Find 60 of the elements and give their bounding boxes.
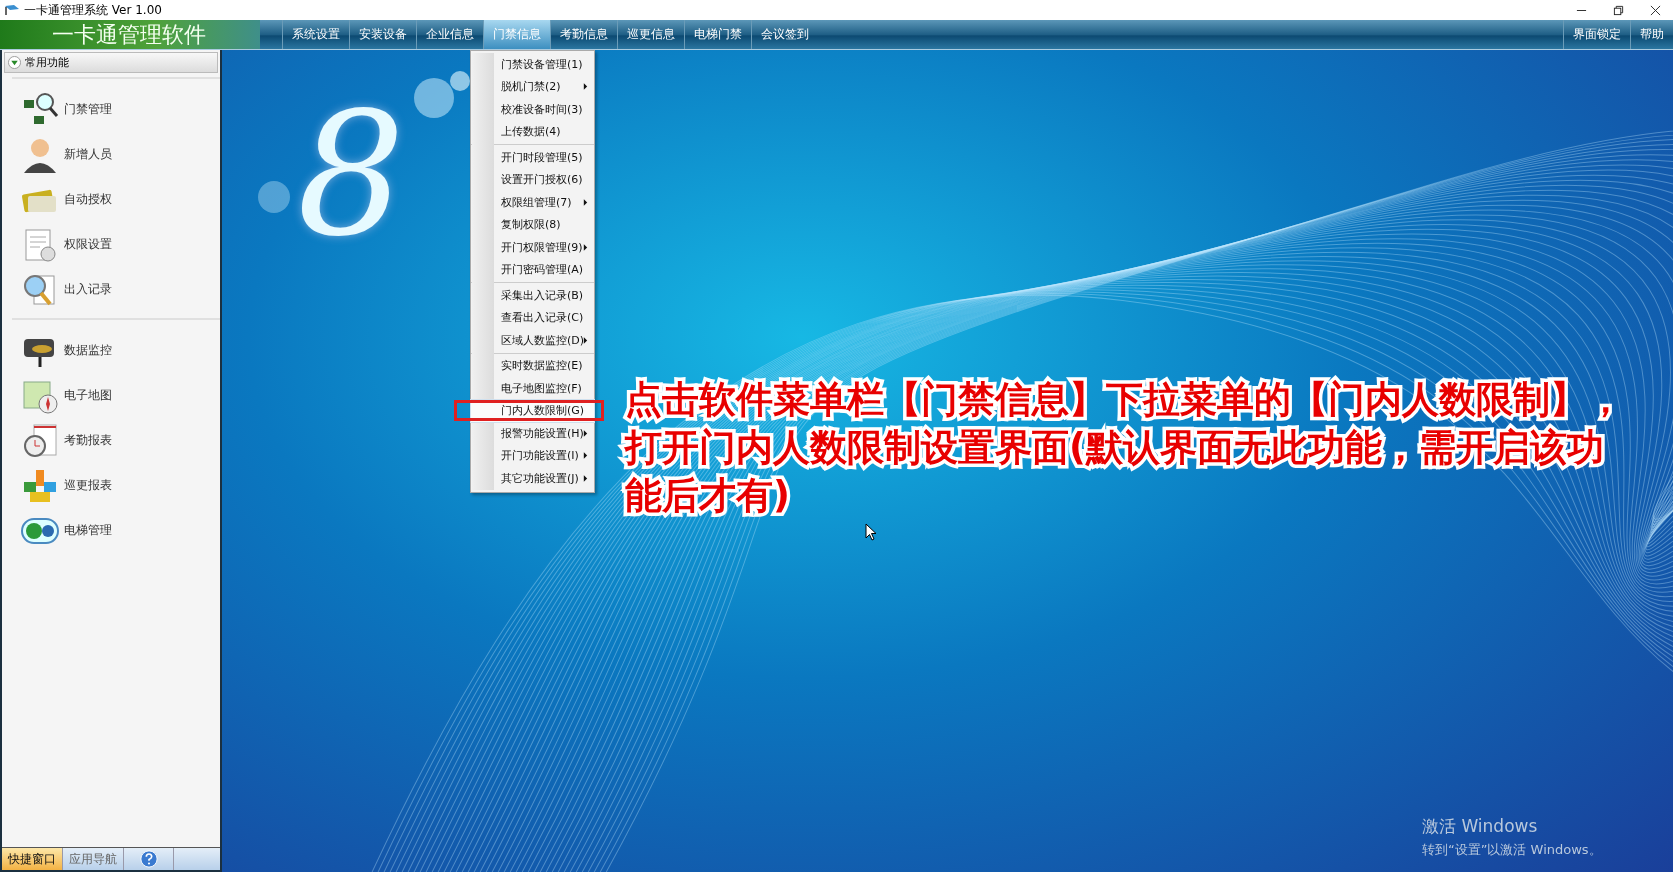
shortcut-item[interactable]: 权限设置 (12, 222, 220, 267)
menu-item[interactable]: 开门权限管理(9) (471, 236, 594, 259)
menu-item[interactable]: 门禁设备管理(1) (471, 53, 594, 76)
logo-mark: 8 (297, 90, 407, 260)
menu-item[interactable]: 实时数据监控(E) (471, 354, 594, 377)
shortcut-item[interactable]: 新增人员 (12, 132, 220, 177)
menu-item[interactable]: 上传数据(4) (471, 120, 594, 143)
menu-item[interactable]: 巡更信息 (617, 20, 684, 49)
menu-item[interactable]: 开门功能设置(I) (471, 444, 594, 467)
menu-item[interactable]: 会议签到 (751, 20, 818, 49)
close-icon[interactable] (1650, 4, 1661, 16)
menu-item[interactable]: 区域人数监控(D) (471, 329, 594, 352)
help-icon (139, 850, 158, 868)
shortcut-item[interactable]: 电子地图 (12, 373, 220, 418)
menu-item[interactable]: 复制权限(8) (471, 213, 594, 236)
menu-item[interactable]: 开门时段管理(5) (471, 146, 594, 169)
submenu-arrow-icon (583, 243, 588, 251)
menu-item[interactable]: 其它功能设置(J) (471, 467, 594, 490)
menu-item[interactable]: 脱机门禁(2) (471, 75, 594, 98)
menu-item[interactable]: 系统设置 (282, 20, 349, 49)
panel-tab[interactable]: 应用导航 (63, 848, 124, 870)
restore-icon[interactable] (1613, 4, 1624, 16)
window-title: 一卡通管理系统 Ver 1.00 (24, 1, 162, 19)
sidebar-header-label: 常用功能 (25, 55, 69, 70)
menu-item[interactable]: 电子地图监控(F) (471, 377, 594, 400)
sidebar-header[interactable]: 常用功能 (4, 52, 218, 73)
submenu-arrow-icon (583, 429, 588, 437)
menu-item[interactable]: 校准设备时间(3) (471, 98, 594, 121)
shortcut-item[interactable]: 考勤报表 (12, 418, 220, 463)
menu-item[interactable]: 帮助 (1630, 20, 1673, 49)
submenu-arrow-icon (583, 452, 588, 460)
shortcut-item[interactable]: 数据监控 (12, 328, 220, 373)
menu-item[interactable]: 开门密码管理(A) (471, 258, 594, 281)
app-title: 一卡通管理软件 (0, 20, 260, 49)
shortcut-item[interactable]: 电梯管理 (12, 508, 220, 553)
menu-item[interactable]: 安装设备 (349, 20, 416, 49)
menu-item[interactable]: 考勤信息 (550, 20, 617, 49)
submenu-arrow-icon (583, 474, 588, 482)
menu-item[interactable]: 报警功能设置(H) (471, 422, 594, 445)
app-icon (4, 4, 20, 16)
bubbles-drawing (412, 70, 472, 120)
activation-title: 激活 Windows (1422, 815, 1539, 838)
menu-item[interactable]: 电梯门禁 (684, 20, 751, 49)
shortcut-item[interactable]: 自动授权 (12, 177, 220, 222)
menu-item[interactable]: 采集出入记录(B) (471, 284, 594, 307)
shortcut-item[interactable]: 门禁管理 (12, 87, 220, 132)
shortcut-item[interactable]: 出入记录 (12, 267, 220, 312)
mouse-pointer-icon (865, 523, 877, 541)
bubble-drawing (257, 180, 291, 214)
menu-item[interactable]: 界面锁定 (1563, 20, 1630, 49)
activation-hint: 转到“设置”以激活 Windows。 (1422, 841, 1602, 859)
menu-item[interactable]: 设置开门授权(6) (471, 168, 594, 191)
submenu-arrow-icon (583, 83, 588, 91)
collapse-icon[interactable] (8, 56, 21, 69)
submenu-arrow-icon (583, 336, 588, 344)
submenu-arrow-icon (583, 198, 588, 206)
menu-item[interactable]: 权限组管理(7) (471, 191, 594, 214)
menu-item[interactable]: 查看出入记录(C) (471, 306, 594, 329)
panel-tab[interactable]: 快捷窗口 (2, 848, 63, 870)
shortcut-item[interactable]: 巡更报表 (12, 463, 220, 508)
